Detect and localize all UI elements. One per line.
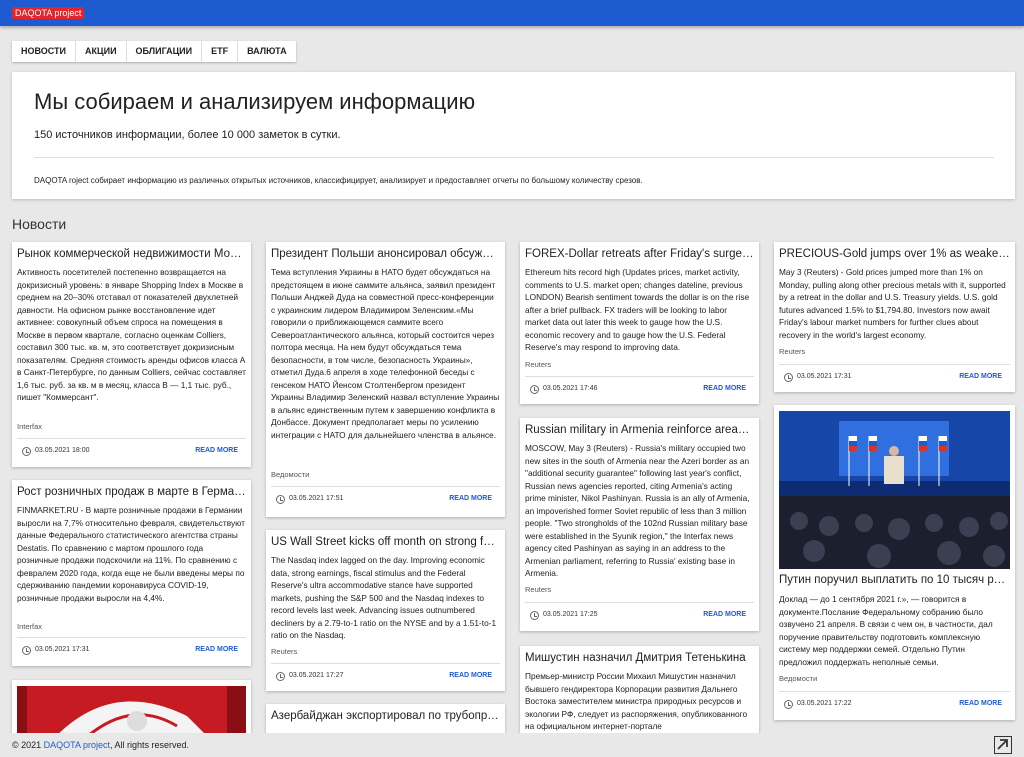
arrow-diagonal-icon [997,739,1008,750]
news-card-body: Ethereum hits record high (Updates price… [525,267,750,352]
news-card-body: MOSCOW, May 3 (Reuters) - Russia's milit… [525,443,750,578]
read-more-link[interactable]: READ MORE [703,385,746,392]
copyright-text: © 2021 DAQOTA project, All rights reserv… [12,740,189,750]
tab-news[interactable]: НОВОСТИ [12,41,77,62]
news-card-body: Премьер-министр России Михаил Мишустин н… [525,671,748,731]
news-card-image[interactable] [779,411,1010,569]
brand-logo[interactable]: DAQOTA project [12,7,85,19]
news-card: PRECIOUS-Gold jumps over 1% as weaker do… [774,242,1015,392]
news-card-body: FINMARKET.RU - В марте розничные продажи… [17,505,245,603]
news-card-footer: 03.05.2021 17:31 READ MORE [17,637,246,663]
hero-description: DAQOTA roject собирает информацию из раз… [34,176,643,185]
tab-stocks[interactable]: АКЦИИ [76,41,127,62]
tab-etf[interactable]: ETF [202,41,239,62]
clock-icon [22,646,31,655]
read-more-link[interactable]: READ MORE [703,611,746,618]
news-card-footer: 03.05.2021 17:31 READ MORE [779,364,1010,390]
news-card-source: Reuters [525,360,552,369]
hero-title: Мы собираем и анализируем информацию [34,89,476,114]
news-heading: Новости [12,216,67,232]
read-more-link[interactable]: READ MORE [959,373,1002,380]
news-card: Рынок коммерческой недвижимости Москвы в… [12,242,251,467]
news-card-date: 03.05.2021 17:27 [289,672,344,679]
news-card-date: 03.05.2021 18:00 [35,447,90,454]
read-more-link[interactable]: READ MORE [449,672,492,679]
news-card: Russian military in Armenia reinforce ar… [520,418,759,631]
news-card-body: Тема вступления Украины в НАТО будет обс… [271,267,500,440]
page-footer: © 2021 DAQOTA project, All rights reserv… [0,733,1024,757]
news-card-title[interactable]: Рост розничных продаж в марте в Германии [17,486,246,498]
tab-bonds[interactable]: ОБЛИГАЦИИ [127,41,203,62]
footer-project-link[interactable]: DAQOTA project [44,740,110,750]
read-more-link[interactable]: READ MORE [195,646,238,653]
news-card: Путин поручил выплатить по 10 тысяч рубл… [774,405,1015,720]
clock-icon [276,495,285,504]
clock-icon [22,447,31,456]
news-card-body: Доклад — до 1 сентября 2021 г.», — говор… [779,594,993,667]
news-card-date: 03.05.2021 17:31 [35,646,90,653]
news-card-source: Reuters [779,347,806,356]
tab-currency[interactable]: ВАЛЮТА [238,41,295,62]
news-card-footer: 03.05.2021 17:51 READ MORE [271,486,500,512]
top-app-bar: DAQOTA project [0,0,1024,26]
news-card-title[interactable]: Путин поручил выплатить по 10 тысяч рубл… [779,574,1010,586]
news-card-date: 03.05.2021 17:25 [543,611,598,618]
copyright-prefix: © 2021 [12,740,44,750]
clock-icon [784,373,793,382]
news-card-body: May 3 (Reuters) - Gold prices jumped mor… [779,267,1006,340]
news-card-source: Interfax [17,622,43,631]
news-card-title[interactable]: Рынок коммерческой недвижимости Москвы в… [17,248,246,260]
read-more-link[interactable]: READ MORE [449,495,492,502]
read-more-link[interactable]: READ MORE [195,447,238,454]
clock-icon [530,385,539,394]
news-card: Рост розничных продаж в марте в Германии… [12,480,251,666]
expand-icon[interactable] [994,736,1012,754]
news-card-body: Активность посетителей постепенно возвра… [17,267,246,402]
news-card-date: 03.05.2021 17:22 [797,700,852,707]
hero-divider [34,157,994,158]
read-more-link[interactable]: READ MORE [959,700,1002,707]
news-card-title[interactable]: Президент Польши анонсировал обсуждение … [271,248,500,260]
news-card: Президент Польши анонсировал обсуждение … [266,242,505,517]
news-card-date: 03.05.2021 17:31 [797,373,852,380]
news-image [17,686,246,740]
news-card-body: The Nasdaq index lagged on the day. Impr… [271,555,497,640]
news-card-title[interactable]: US Wall Street kicks off month on strong… [271,536,500,548]
news-card-title[interactable]: Азербайджан экспортировал по трубопровод… [271,710,500,722]
clock-icon [530,611,539,620]
news-card-source: Interfax [17,422,43,431]
news-card-footer: 03.05.2021 17:25 READ MORE [525,602,754,628]
clock-icon [784,700,793,709]
news-image [779,411,1010,569]
news-card-image[interactable] [17,686,246,740]
hero-panel: Мы собираем и анализируем информацию 150… [12,72,1015,199]
news-card-date: 03.05.2021 17:46 [543,385,598,392]
news-card-source: Reuters [271,647,298,656]
news-card-title[interactable]: FOREX-Dollar retreats after Friday's sur… [525,248,754,260]
news-card-title[interactable]: Мишустин назначил Дмитрия Тетенькина [525,652,754,664]
news-card: FOREX-Dollar retreats after Friday's sur… [520,242,759,404]
news-card-source: Ведомости [271,470,310,479]
news-card-footer: 03.05.2021 17:27 READ MORE [271,663,500,689]
news-card-footer: 03.05.2021 17:46 READ MORE [525,376,754,402]
news-card-source: Reuters [525,585,552,594]
news-card-title[interactable]: PRECIOUS-Gold jumps over 1% as weaker do… [779,248,1010,260]
category-tabs: НОВОСТИ АКЦИИ ОБЛИГАЦИИ ETF ВАЛЮТА [12,41,296,62]
clock-icon [276,672,285,681]
news-card-footer: 03.05.2021 18:00 READ MORE [17,438,246,464]
news-card-footer: 03.05.2021 17:22 READ MORE [779,691,1010,717]
news-card: Мишустин назначил Дмитрия Тетенькина Пре… [520,646,759,740]
news-card-title[interactable]: Russian military in Armenia reinforce ar… [525,424,754,436]
news-card-date: 03.05.2021 17:51 [289,495,344,502]
copyright-suffix: , All rights reserved. [110,740,190,750]
news-card: US Wall Street kicks off month on strong… [266,530,505,691]
news-card-source: Ведомости [779,674,818,683]
news-card [12,680,251,740]
hero-subtitle: 150 источников информации, более 10 000 … [34,129,341,141]
